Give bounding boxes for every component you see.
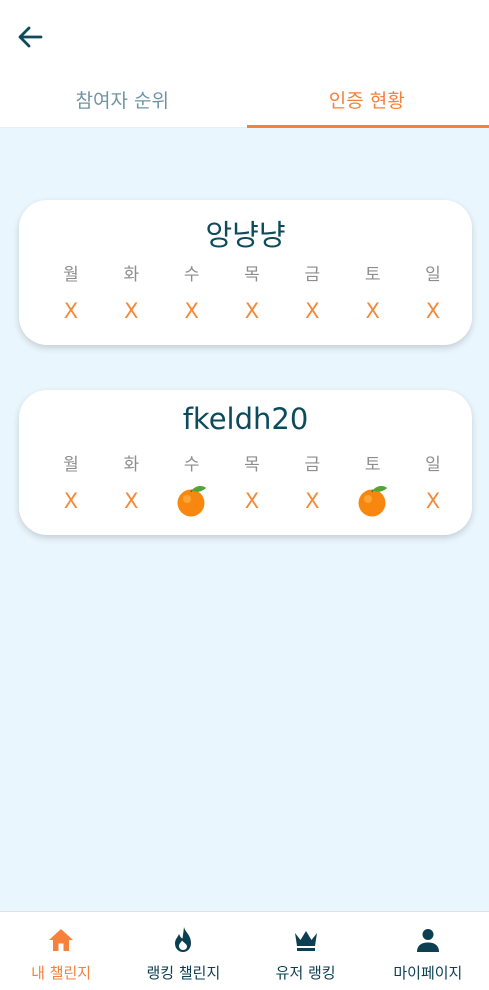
tab-verification-status[interactable]: 인증 현황	[245, 72, 489, 128]
weekday-label: 금	[304, 265, 321, 285]
not-verified-mark: X	[425, 489, 441, 513]
not-verified-mark: X	[124, 299, 139, 323]
weekday-label: 금	[304, 455, 321, 475]
not-verified-mark: X	[305, 489, 320, 513]
nav-label: 랭킹 챌린지	[146, 964, 221, 982]
crown-icon	[294, 931, 317, 951]
home-icon	[49, 929, 74, 951]
main-content: 앙냥냥 월 화 수 목 금 토 일 X X X X X X X fkeldh20…	[0, 128, 489, 911]
weekday-label: 화	[123, 455, 140, 475]
status-cell: X	[42, 294, 100, 328]
status-cell: X	[102, 294, 160, 328]
weekday-label: 토	[364, 265, 381, 285]
weekday-label: 일	[425, 455, 441, 475]
status-cell: X	[163, 294, 221, 328]
weekday-label: 토	[364, 455, 381, 475]
not-verified-mark: X	[244, 489, 260, 513]
weekday-row: 월 화 수 목 금 토 일	[42, 450, 462, 475]
arrow-left-icon	[18, 26, 43, 48]
weekday-label: 월	[63, 265, 79, 285]
not-verified-mark: X	[305, 299, 320, 323]
not-verified-mark: X	[63, 489, 79, 513]
status-cell: X	[102, 484, 160, 518]
weekday-row: 월 화 수 목 금 토 일	[42, 260, 462, 285]
nav-my-page[interactable]: 마이페이지	[367, 912, 489, 990]
user-name: 앙냥냥	[205, 218, 286, 252]
tab-label: 인증 현황	[328, 90, 405, 112]
nav-label: 내 챌린지	[31, 964, 92, 982]
status-cell	[344, 484, 402, 518]
tab-participant-ranking[interactable]: 참여자 순위	[0, 72, 245, 127]
verification-row: X X X X X X X	[42, 294, 462, 328]
nav-ranking-challenge[interactable]: 랭킹 챌린지	[122, 912, 244, 990]
status-cell: X	[42, 484, 100, 518]
not-verified-mark: X	[63, 299, 79, 323]
status-cell: X	[223, 294, 281, 328]
status-cell: X	[404, 294, 462, 328]
nav-label: 유저 랭킹	[275, 964, 336, 982]
person-icon	[416, 929, 439, 952]
nav-my-challenge[interactable]: 내 챌린지	[0, 912, 122, 990]
nav-user-ranking[interactable]: 유저 랭킹	[245, 912, 367, 990]
app-bar	[0, 0, 489, 72]
weekday-label: 목	[244, 455, 260, 475]
status-cell: X	[283, 484, 341, 518]
not-verified-mark: X	[365, 299, 380, 323]
bottom-navigation: 내 챌린지 랭킹 챌린지 유저 랭킹 마이페이지	[0, 911, 489, 990]
user-name: fkeldh20	[182, 402, 309, 436]
not-verified-mark: X	[425, 299, 441, 323]
tab-label: 참여자 순위	[75, 90, 169, 112]
not-verified-mark: X	[244, 299, 260, 323]
status-cell	[163, 484, 221, 518]
weekday-label: 월	[63, 455, 79, 475]
status-cell: X	[404, 484, 462, 518]
weekday-label: 일	[425, 265, 441, 285]
nav-label: 마이페이지	[393, 964, 463, 982]
verification-row: X X X X X	[42, 484, 462, 518]
fire-icon	[175, 927, 192, 952]
orange-icon	[358, 485, 387, 517]
weekday-label: 수	[183, 455, 200, 475]
weekday-label: 화	[123, 265, 140, 285]
status-cell: X	[283, 294, 341, 328]
status-cell: X	[223, 484, 281, 518]
tab-bar: 참여자 순위 인증 현황	[0, 72, 489, 128]
not-verified-mark: X	[184, 299, 199, 323]
weekday-label: 목	[244, 265, 260, 285]
not-verified-mark: X	[124, 489, 139, 513]
orange-icon	[177, 485, 206, 517]
user-verification-card: fkeldh20 월 화 수 목 금 토 일 X X X X X	[19, 390, 472, 535]
user-verification-card: 앙냥냥 월 화 수 목 금 토 일 X X X X X X X	[19, 200, 472, 345]
back-button[interactable]	[14, 22, 46, 52]
status-cell: X	[344, 294, 402, 328]
weekday-label: 수	[183, 265, 200, 285]
